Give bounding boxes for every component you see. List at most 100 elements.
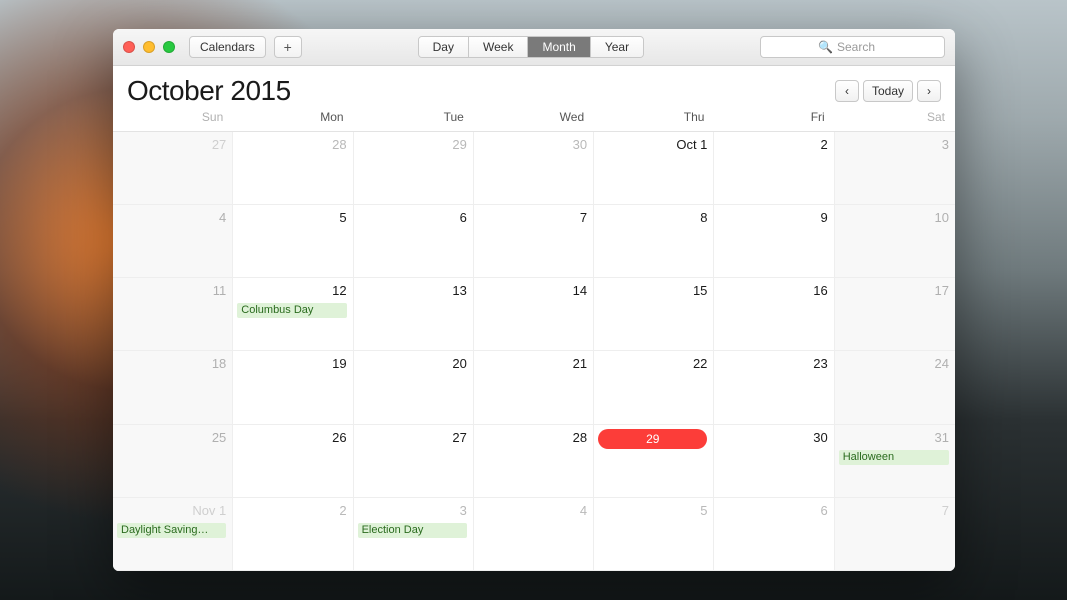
day-cell[interactable]: 7 <box>835 498 955 571</box>
day-number: 8 <box>598 209 707 227</box>
day-cell[interactable]: 30 <box>474 132 594 205</box>
day-cell[interactable]: 21 <box>474 351 594 424</box>
day-number: 17 <box>839 282 949 300</box>
zoom-icon[interactable] <box>163 41 175 53</box>
day-cell[interactable]: 31Halloween <box>835 425 955 498</box>
today-button[interactable]: Today <box>863 80 913 102</box>
day-number: 19 <box>237 355 346 373</box>
day-cell[interactable]: 5 <box>233 205 353 278</box>
day-cell[interactable]: 15 <box>594 278 714 351</box>
day-cell[interactable]: 16 <box>714 278 834 351</box>
view-month-button[interactable]: Month <box>528 37 590 57</box>
view-week-button[interactable]: Week <box>469 37 528 57</box>
day-cell[interactable]: 4 <box>474 498 594 571</box>
weekday-label: Sun <box>113 110 233 131</box>
search-field[interactable]: 🔍 <box>760 36 945 58</box>
view-year-button[interactable]: Year <box>591 37 643 57</box>
add-event-button[interactable]: + <box>274 36 302 58</box>
day-cell[interactable]: 28 <box>233 132 353 205</box>
day-number: 5 <box>598 502 707 520</box>
day-cell[interactable]: 27 <box>113 132 233 205</box>
day-cell[interactable]: 27 <box>354 425 474 498</box>
day-cell[interactable]: 3 <box>835 132 955 205</box>
day-cell[interactable]: 29 <box>594 425 714 498</box>
day-cell[interactable]: 6 <box>354 205 474 278</box>
day-cell[interactable]: 5 <box>594 498 714 571</box>
event-pill[interactable]: Columbus Day <box>237 303 346 318</box>
day-number: 9 <box>718 209 827 227</box>
day-cell[interactable]: 7 <box>474 205 594 278</box>
day-cell[interactable]: 4 <box>113 205 233 278</box>
day-number: 5 <box>237 209 346 227</box>
day-number: Oct 1 <box>598 136 707 154</box>
month-nav: ‹ Today › <box>835 80 941 102</box>
weekday-label: Fri <box>714 110 834 131</box>
day-cell[interactable]: 12Columbus Day <box>233 278 353 351</box>
day-number: 6 <box>358 209 467 227</box>
search-icon: 🔍 <box>818 40 833 54</box>
day-cell[interactable]: 28 <box>474 425 594 498</box>
day-number: 3 <box>358 502 467 520</box>
day-cell[interactable]: 10 <box>835 205 955 278</box>
next-month-button[interactable]: › <box>917 80 941 102</box>
day-cell[interactable]: 17 <box>835 278 955 351</box>
day-cell[interactable]: 24 <box>835 351 955 424</box>
day-number: 28 <box>478 429 587 447</box>
minimize-icon[interactable] <box>143 41 155 53</box>
day-number: 2 <box>718 136 827 154</box>
day-number: 29 <box>358 136 467 154</box>
event-pill[interactable]: Halloween <box>839 450 949 465</box>
chevron-left-icon: ‹ <box>845 84 849 98</box>
day-number: 6 <box>718 502 827 520</box>
calendars-button[interactable]: Calendars <box>189 36 266 58</box>
month-grid: 27282930Oct 123456789101112Columbus Day1… <box>113 132 955 571</box>
day-cell[interactable]: 26 <box>233 425 353 498</box>
view-day-button[interactable]: Day <box>419 37 469 57</box>
calendar-window: Calendars + Day Week Month Year 🔍 Octobe… <box>113 29 955 571</box>
day-number: 25 <box>117 429 226 447</box>
weekday-label: Sat <box>835 110 955 131</box>
day-cell[interactable]: 19 <box>233 351 353 424</box>
window-controls <box>123 41 175 53</box>
day-cell[interactable]: 20 <box>354 351 474 424</box>
day-cell[interactable]: 25 <box>113 425 233 498</box>
month-header: October 2015 ‹ Today › <box>113 66 955 110</box>
day-number: 23 <box>718 355 827 373</box>
chevron-right-icon: › <box>927 84 931 98</box>
day-number: 10 <box>839 209 949 227</box>
day-cell[interactable]: 22 <box>594 351 714 424</box>
close-icon[interactable] <box>123 41 135 53</box>
day-number: 13 <box>358 282 467 300</box>
day-cell[interactable]: 6 <box>714 498 834 571</box>
search-input[interactable] <box>837 40 887 54</box>
day-cell[interactable]: 8 <box>594 205 714 278</box>
day-cell[interactable]: 14 <box>474 278 594 351</box>
day-cell[interactable]: 3 Election Day <box>354 498 474 571</box>
day-number: 22 <box>598 355 707 373</box>
day-cell[interactable]: Oct 1 <box>594 132 714 205</box>
day-number: 21 <box>478 355 587 373</box>
weekday-label: Thu <box>594 110 714 131</box>
page-title: October 2015 <box>127 75 291 107</box>
day-cell[interactable]: 2 <box>714 132 834 205</box>
day-cell[interactable]: 11 <box>113 278 233 351</box>
day-cell[interactable]: Nov 1 Daylight Saving… <box>113 498 233 571</box>
weekday-label: Wed <box>474 110 594 131</box>
event-pill[interactable]: Election Day <box>358 523 467 538</box>
day-cell[interactable]: 23 <box>714 351 834 424</box>
day-cell[interactable]: 30 <box>714 425 834 498</box>
day-number: 27 <box>117 136 226 154</box>
day-cell[interactable]: 18 <box>113 351 233 424</box>
day-number: 7 <box>478 209 587 227</box>
day-cell[interactable]: 2 <box>233 498 353 571</box>
day-number: 2 <box>237 502 346 520</box>
event-pill[interactable]: Daylight Saving… <box>117 523 226 538</box>
view-segmented-control: Day Week Month Year <box>418 36 644 58</box>
day-cell[interactable]: 9 <box>714 205 834 278</box>
day-cell[interactable]: 29 <box>354 132 474 205</box>
day-cell[interactable]: 13 <box>354 278 474 351</box>
prev-month-button[interactable]: ‹ <box>835 80 859 102</box>
day-number: 7 <box>839 502 949 520</box>
year-label: 2015 <box>230 75 290 106</box>
day-number: Nov 1 <box>117 502 226 520</box>
